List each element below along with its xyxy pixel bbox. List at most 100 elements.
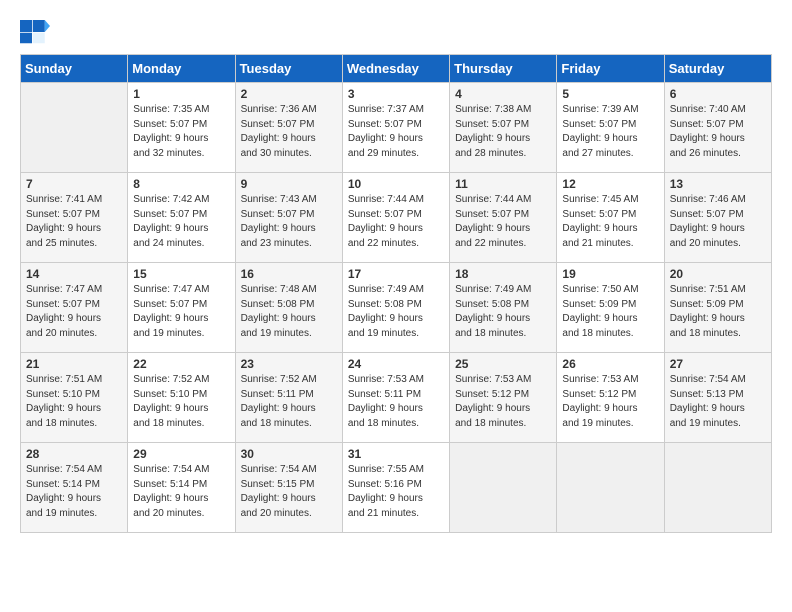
page-header (20, 20, 772, 44)
day-cell: 1 Sunrise: 7:35 AMSunset: 5:07 PMDaylight… (128, 83, 235, 173)
weekday-header-friday: Friday (557, 55, 664, 83)
day-cell: 9 Sunrise: 7:43 AMSunset: 5:07 PMDaylight… (235, 173, 342, 263)
day-number: 24 (348, 357, 444, 371)
week-row-1: 1 Sunrise: 7:35 AMSunset: 5:07 PMDaylight… (21, 83, 772, 173)
day-number: 21 (26, 357, 122, 371)
day-number: 17 (348, 267, 444, 281)
day-cell: 12 Sunrise: 7:45 AMSunset: 5:07 PMDayligh… (557, 173, 664, 263)
week-row-5: 28 Sunrise: 7:54 AMSunset: 5:14 PMDayligh… (21, 443, 772, 533)
day-info: Sunrise: 7:46 AMSunset: 5:07 PMDaylight:… (670, 193, 766, 251)
day-number: 9 (241, 177, 337, 191)
calendar-table: SundayMondayTuesdayWednesdayThursdayFrid… (20, 54, 772, 533)
day-cell: 18Sunrise: 7:49 AMSunset: 5:08 PMDayligh… (450, 263, 557, 353)
day-info: Sunrise: 7:54 AMSunset: 5:14 PMDaylight:… (26, 463, 122, 521)
week-row-3: 14 Sunrise: 7:47 AMSunset: 5:07 PMDayligh… (21, 263, 772, 353)
day-info: Sunrise: 7:54 AMSunset: 5:14 PMDaylight:… (133, 463, 229, 521)
weekday-header-row: SundayMondayTuesdayWednesdayThursdayFrid… (21, 55, 772, 83)
weekday-header-sunday: Sunday (21, 55, 128, 83)
day-cell: 8 Sunrise: 7:42 AMSunset: 5:07 PMDaylight… (128, 173, 235, 263)
day-number: 11 (455, 177, 551, 191)
day-info: Sunrise: 7:52 AMSunset: 5:11 PMDaylight:… (241, 373, 337, 431)
day-info: Sunrise: 7:39 AMSunset: 5:07 PMDaylight:… (562, 103, 658, 161)
day-cell: 14 Sunrise: 7:47 AMSunset: 5:07 PMDayligh… (21, 263, 128, 353)
day-info: Sunrise: 7:47 AMSunset: 5:07 PMDaylight:… (133, 283, 229, 341)
day-cell: 7 Sunrise: 7:41 AMSunset: 5:07 PMDaylight… (21, 173, 128, 263)
day-info: Sunrise: 7:51 AMSunset: 5:10 PMDaylight:… (26, 373, 122, 431)
day-info: Sunrise: 7:42 AMSunset: 5:07 PMDaylight:… (133, 193, 229, 251)
day-number: 26 (562, 357, 658, 371)
day-cell: 20Sunrise: 7:51 AMSunset: 5:09 PMDayligh… (664, 263, 771, 353)
day-info: Sunrise: 7:51 AMSunset: 5:09 PMDaylight:… (670, 283, 766, 341)
day-number: 15 (133, 267, 229, 281)
weekday-header-saturday: Saturday (664, 55, 771, 83)
day-cell: 31Sunrise: 7:55 AMSunset: 5:16 PMDayligh… (342, 443, 449, 533)
day-number: 12 (562, 177, 658, 191)
day-number: 19 (562, 267, 658, 281)
day-cell: 6Sunrise: 7:40 AMSunset: 5:07 PMDaylight… (664, 83, 771, 173)
day-info: Sunrise: 7:45 AMSunset: 5:07 PMDaylight:… (562, 193, 658, 251)
day-cell (557, 443, 664, 533)
day-info: Sunrise: 7:43 AMSunset: 5:07 PMDaylight:… (241, 193, 337, 251)
day-number: 3 (348, 87, 444, 101)
day-cell: 3 Sunrise: 7:37 AMSunset: 5:07 PMDaylight… (342, 83, 449, 173)
day-cell: 2 Sunrise: 7:36 AMSunset: 5:07 PMDaylight… (235, 83, 342, 173)
day-info: Sunrise: 7:48 AMSunset: 5:08 PMDaylight:… (241, 283, 337, 341)
day-info: Sunrise: 7:49 AMSunset: 5:08 PMDaylight:… (348, 283, 444, 341)
day-cell (664, 443, 771, 533)
day-cell: 27 Sunrise: 7:54 AMSunset: 5:13 PMDayligh… (664, 353, 771, 443)
day-cell: 10Sunrise: 7:44 AMSunset: 5:07 PMDayligh… (342, 173, 449, 263)
logo (20, 20, 54, 44)
day-number: 29 (133, 447, 229, 461)
week-row-2: 7 Sunrise: 7:41 AMSunset: 5:07 PMDaylight… (21, 173, 772, 263)
day-cell: 26Sunrise: 7:53 AMSunset: 5:12 PMDayligh… (557, 353, 664, 443)
day-cell: 5 Sunrise: 7:39 AMSunset: 5:07 PMDaylight… (557, 83, 664, 173)
day-number: 31 (348, 447, 444, 461)
day-number: 28 (26, 447, 122, 461)
day-number: 13 (670, 177, 766, 191)
day-number: 7 (26, 177, 122, 191)
day-number: 2 (241, 87, 337, 101)
day-cell: 4 Sunrise: 7:38 AMSunset: 5:07 PMDaylight… (450, 83, 557, 173)
day-cell: 17 Sunrise: 7:49 AMSunset: 5:08 PMDayligh… (342, 263, 449, 353)
day-number: 16 (241, 267, 337, 281)
day-number: 1 (133, 87, 229, 101)
day-info: Sunrise: 7:38 AMSunset: 5:07 PMDaylight:… (455, 103, 551, 161)
weekday-header-thursday: Thursday (450, 55, 557, 83)
weekday-header-tuesday: Tuesday (235, 55, 342, 83)
day-cell: 19 Sunrise: 7:50 AMSunset: 5:09 PMDayligh… (557, 263, 664, 353)
weekday-header-wednesday: Wednesday (342, 55, 449, 83)
day-cell: 24 Sunrise: 7:53 AMSunset: 5:11 PMDayligh… (342, 353, 449, 443)
day-number: 18 (455, 267, 551, 281)
day-cell: 13 Sunrise: 7:46 AMSunset: 5:07 PMDayligh… (664, 173, 771, 263)
day-cell: 11 Sunrise: 7:44 AMSunset: 5:07 PMDayligh… (450, 173, 557, 263)
day-number: 4 (455, 87, 551, 101)
day-number: 22 (133, 357, 229, 371)
day-info: Sunrise: 7:47 AMSunset: 5:07 PMDaylight:… (26, 283, 122, 341)
day-cell: 28 Sunrise: 7:54 AMSunset: 5:14 PMDayligh… (21, 443, 128, 533)
day-info: Sunrise: 7:54 AMSunset: 5:13 PMDaylight:… (670, 373, 766, 431)
day-info: Sunrise: 7:37 AMSunset: 5:07 PMDaylight:… (348, 103, 444, 161)
day-info: Sunrise: 7:54 AMSunset: 5:15 PMDaylight:… (241, 463, 337, 521)
week-row-4: 21 Sunrise: 7:51 AMSunset: 5:10 PMDayligh… (21, 353, 772, 443)
day-number: 5 (562, 87, 658, 101)
day-cell: 23Sunrise: 7:52 AMSunset: 5:11 PMDayligh… (235, 353, 342, 443)
logo-icon (20, 20, 50, 44)
day-info: Sunrise: 7:44 AMSunset: 5:07 PMDaylight:… (455, 193, 551, 251)
day-info: Sunrise: 7:35 AMSunset: 5:07 PMDaylight:… (133, 103, 229, 161)
day-info: Sunrise: 7:53 AMSunset: 5:12 PMDaylight:… (455, 373, 551, 431)
day-cell (450, 443, 557, 533)
day-number: 14 (26, 267, 122, 281)
day-info: Sunrise: 7:50 AMSunset: 5:09 PMDaylight:… (562, 283, 658, 341)
weekday-header-monday: Monday (128, 55, 235, 83)
day-number: 8 (133, 177, 229, 191)
day-cell: 15 Sunrise: 7:47 AMSunset: 5:07 PMDayligh… (128, 263, 235, 353)
day-info: Sunrise: 7:36 AMSunset: 5:07 PMDaylight:… (241, 103, 337, 161)
day-cell: 22Sunrise: 7:52 AMSunset: 5:10 PMDayligh… (128, 353, 235, 443)
day-number: 10 (348, 177, 444, 191)
day-info: Sunrise: 7:41 AMSunset: 5:07 PMDaylight:… (26, 193, 122, 251)
day-cell (21, 83, 128, 173)
day-number: 6 (670, 87, 766, 101)
day-number: 27 (670, 357, 766, 371)
day-info: Sunrise: 7:53 AMSunset: 5:11 PMDaylight:… (348, 373, 444, 431)
day-number: 25 (455, 357, 551, 371)
